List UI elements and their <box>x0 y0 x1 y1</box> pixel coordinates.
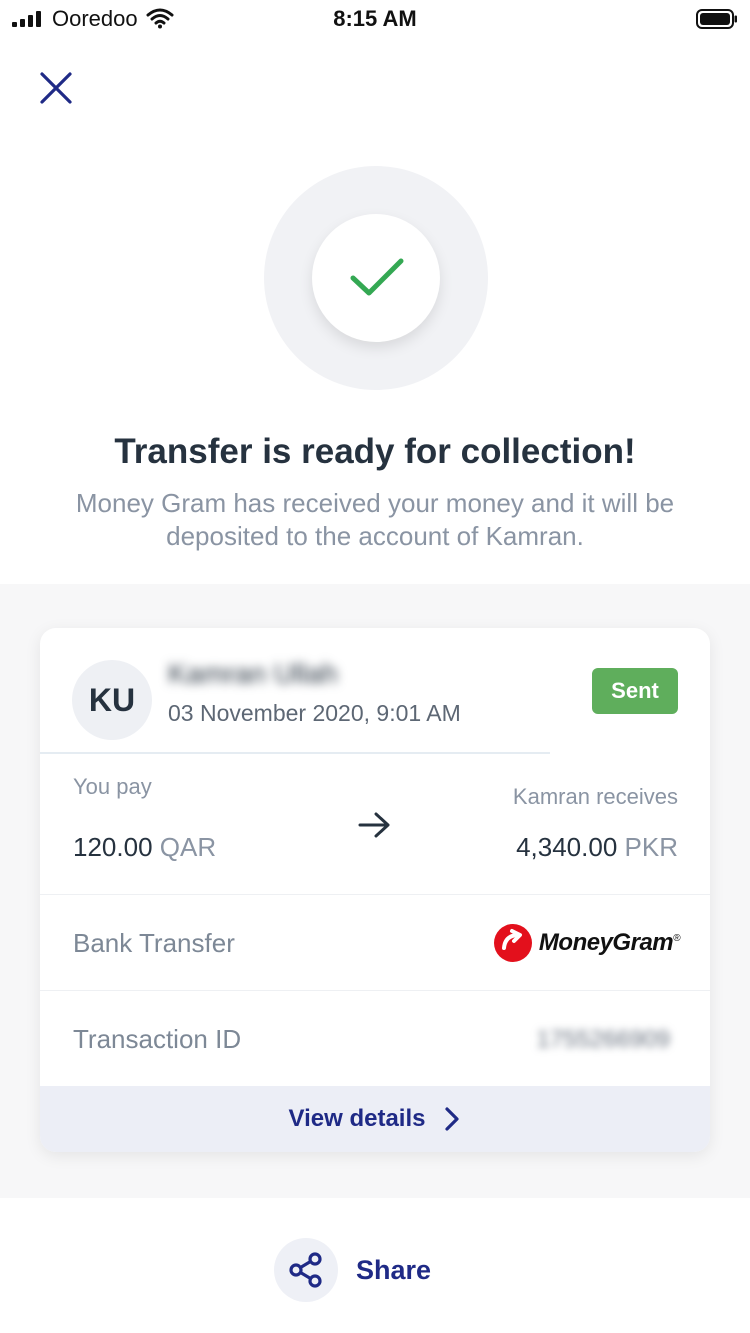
page-title: Transfer is ready for collection! <box>114 432 636 471</box>
payment-method-label: Bank Transfer <box>73 928 235 958</box>
share-icon-background <box>274 1238 338 1302</box>
you-pay-value: 120.00 <box>73 832 153 862</box>
moneygram-logo-icon <box>493 924 532 962</box>
divider <box>40 990 710 991</box>
you-pay-label: You pay <box>73 774 152 799</box>
page-subtitle: Money Gram has received your money and i… <box>75 488 675 551</box>
divider <box>40 894 710 895</box>
receives-currency: PKR <box>624 832 678 862</box>
receives-label: Kamran receives <box>512 784 678 809</box>
arrow-right-icon <box>358 812 390 838</box>
checkmark-icon <box>350 258 404 296</box>
moneygram-logo: MoneyGram® <box>493 923 680 963</box>
battery-icon <box>696 9 737 29</box>
provider-name: MoneyGram® <box>538 929 681 956</box>
you-pay-currency: QAR <box>159 832 217 862</box>
transfer-card: KU Kamran Ullah 03 November 2020, 9:01 A… <box>40 628 710 1152</box>
receives-value: 4,340.00 <box>516 832 618 862</box>
view-details-label: View details <box>288 1105 426 1132</box>
chevron-right-icon <box>445 1107 460 1131</box>
share-icon <box>289 1252 322 1288</box>
avatar: KU <box>72 660 152 740</box>
transfer-date: 03 November 2020, 9:01 AM <box>168 700 461 726</box>
receives-amount: 4,340.00 PKR <box>516 832 678 863</box>
close-icon <box>40 72 72 104</box>
divider <box>40 752 550 754</box>
transaction-id-value: 1755266909 <box>536 1026 670 1053</box>
you-pay-amount: 120.00 QAR <box>73 832 216 863</box>
view-details-button[interactable]: View details <box>40 1086 710 1152</box>
clock: 8:15 AM <box>333 6 417 31</box>
share-button[interactable]: Share <box>274 1238 431 1302</box>
transaction-id-label: Transaction ID <box>73 1024 242 1054</box>
close-button[interactable] <box>36 68 76 108</box>
recipient-name: Kamran Ullah <box>168 658 338 689</box>
status-bar: Ooredoo 8:15 AM <box>0 0 750 40</box>
share-label: Share <box>356 1254 432 1285</box>
status-badge: Sent <box>592 668 678 714</box>
